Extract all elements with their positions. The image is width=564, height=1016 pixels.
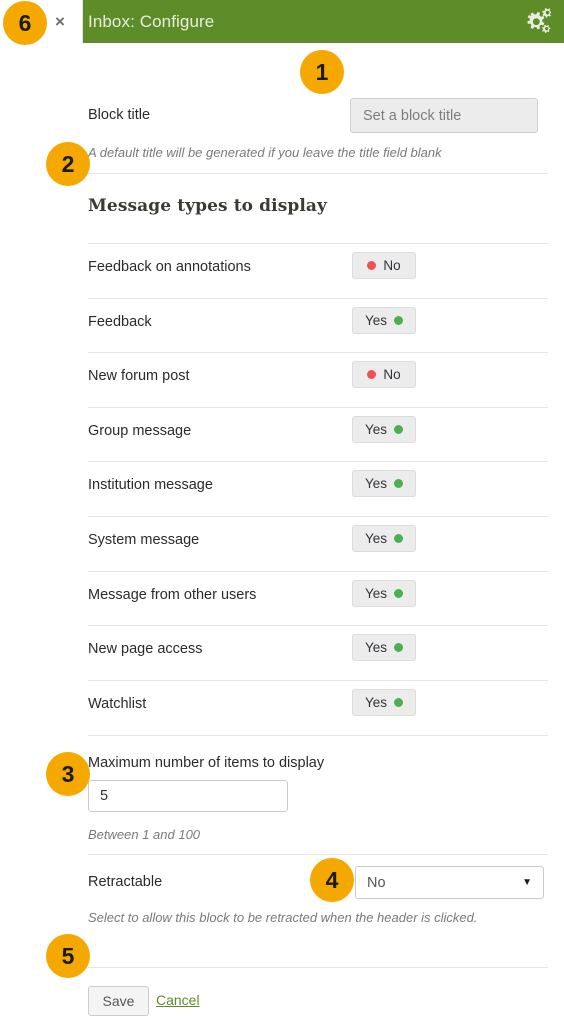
- toggle-value: Yes: [364, 640, 388, 655]
- toggle-institution-message[interactable]: Yes: [352, 470, 416, 497]
- status-dot-icon: [394, 643, 404, 652]
- toggle-value: Yes: [364, 422, 388, 437]
- status-dot-icon: [394, 425, 404, 434]
- toggle-row-label: Feedback on annotations: [88, 259, 251, 275]
- status-dot-icon: [394, 534, 404, 543]
- divider: [88, 854, 548, 855]
- section-heading-message-types: Message types to display: [88, 196, 327, 216]
- toggle-new-page-access[interactable]: Yes: [352, 634, 416, 661]
- status-dot-icon: [394, 316, 404, 325]
- block-title-input[interactable]: [350, 98, 538, 133]
- status-dot-icon: [367, 370, 377, 379]
- annotation-badge-2: 2: [46, 142, 90, 186]
- toggle-message-from-other-users[interactable]: Yes: [352, 580, 416, 607]
- toggle-row-label: Institution message: [88, 477, 213, 493]
- close-icon: ×: [55, 12, 65, 31]
- toggle-row-label: System message: [88, 532, 200, 548]
- toggle-row-label: New page access: [88, 641, 203, 657]
- save-button[interactable]: Save: [88, 986, 149, 1016]
- divider: [88, 967, 548, 968]
- annotation-badge-6: 6: [3, 1, 47, 45]
- annotation-badge-1: 1: [300, 50, 344, 94]
- toggle-value: Yes: [364, 476, 388, 491]
- retractable-selected-value: No: [367, 874, 386, 891]
- divider: [88, 173, 548, 174]
- block-title-label: Block title: [88, 107, 151, 123]
- toggle-value: Yes: [364, 313, 388, 328]
- divider: [88, 571, 548, 572]
- cancel-link[interactable]: Cancel: [156, 992, 200, 1008]
- toggle-value: No: [383, 258, 401, 273]
- toggle-watchlist[interactable]: Yes: [352, 689, 416, 716]
- toggle-row-label: Feedback: [88, 314, 152, 330]
- configure-form-panel: Block title A default title will be gene…: [0, 43, 564, 1016]
- toggle-system-message[interactable]: Yes: [352, 525, 416, 552]
- annotation-badge-3: 3: [46, 752, 90, 796]
- block-title-help-text: A default title will be generated if you…: [88, 145, 442, 160]
- retractable-label: Retractable: [88, 874, 163, 890]
- status-dot-icon: [367, 261, 377, 270]
- annotation-badge-5: 5: [46, 934, 90, 978]
- retractable-help-text: Select to allow this block to be retract…: [88, 910, 478, 925]
- divider: [88, 461, 548, 462]
- status-dot-icon: [394, 698, 404, 707]
- toggle-feedback[interactable]: Yes: [352, 307, 416, 334]
- toggle-new-forum-post[interactable]: No: [352, 361, 416, 388]
- retractable-select[interactable]: No ▼: [355, 866, 544, 899]
- toggle-row-label: Watchlist: [88, 696, 147, 712]
- divider: [88, 735, 548, 736]
- toggle-row-label: New forum post: [88, 368, 190, 384]
- toggle-row-label: Message from other users: [88, 587, 257, 603]
- window-titlebar: × Inbox: Configure: [38, 0, 564, 43]
- status-dot-icon: [394, 479, 404, 488]
- toggle-value: Yes: [364, 531, 388, 546]
- toggle-value: Yes: [364, 586, 388, 601]
- settings-button[interactable]: [514, 4, 554, 40]
- toggle-value: Yes: [364, 695, 388, 710]
- divider: [88, 680, 548, 681]
- toggle-value: No: [383, 367, 401, 382]
- divider: [88, 243, 548, 244]
- toggle-feedback-on-annotations[interactable]: No: [352, 252, 416, 279]
- annotation-badge-4: 4: [310, 858, 354, 902]
- page-title: Inbox: Configure: [88, 12, 215, 31]
- status-dot-icon: [394, 589, 404, 598]
- gears-icon: [527, 8, 551, 34]
- divider: [88, 352, 548, 353]
- divider: [88, 407, 548, 408]
- divider: [88, 298, 548, 299]
- divider: [88, 516, 548, 517]
- max-items-input[interactable]: [88, 780, 288, 812]
- toggle-group-message[interactable]: Yes: [352, 416, 416, 443]
- toggle-row-label: Group message: [88, 423, 192, 439]
- divider: [88, 625, 548, 626]
- chevron-down-icon: ▼: [522, 876, 532, 888]
- max-items-help-text: Between 1 and 100: [88, 827, 201, 842]
- max-items-label: Maximum number of items to display: [88, 755, 325, 771]
